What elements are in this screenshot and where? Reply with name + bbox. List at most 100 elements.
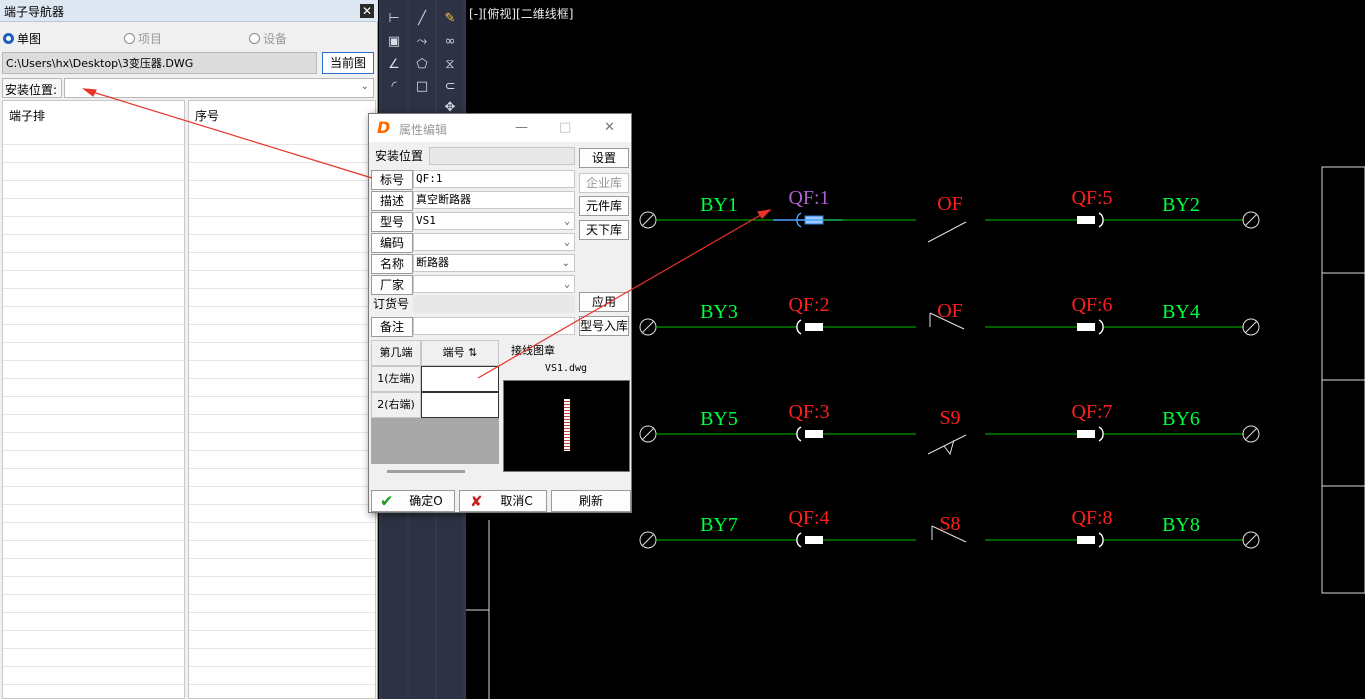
location-select[interactable]: ⌄ — [64, 78, 374, 98]
model-to-lib-button[interactable]: 型号入库 — [579, 316, 629, 336]
scope-radio-project[interactable]: 项目 — [124, 29, 162, 47]
minimize-icon[interactable]: — — [515, 120, 528, 135]
chevron-down-icon: ⌄ — [360, 81, 369, 92]
model-select[interactable]: VS1 ⌄ — [413, 212, 575, 230]
breaker-body — [1077, 216, 1095, 224]
terminal-number-cell[interactable] — [421, 392, 499, 418]
maker-select[interactable]: ⌄ — [413, 275, 575, 293]
wiring-file-name: VS1.dwg — [503, 360, 629, 378]
arc-icon[interactable]: ◜ — [383, 77, 405, 97]
column-header: 第几端 — [371, 340, 421, 366]
breaker-arc — [796, 319, 802, 335]
link-icon[interactable]: ∞ — [439, 32, 461, 52]
apply-button[interactable]: 应用 — [579, 292, 629, 312]
code-select[interactable]: ⌄ — [413, 233, 575, 251]
mirror-icon[interactable]: ⧖ — [439, 55, 461, 75]
scope-radio-single[interactable]: 单图 — [3, 29, 41, 47]
table-scrollbar[interactable] — [387, 470, 465, 473]
rectangle-icon[interactable]: □ — [411, 77, 433, 97]
radio-icon — [124, 32, 135, 44]
model-button[interactable]: 型号 — [371, 212, 413, 232]
breaker-body — [1077, 430, 1095, 438]
breaker-arc — [1098, 319, 1104, 335]
switch-label: OF — [937, 193, 963, 215]
desc-field[interactable]: 真空断路器 — [413, 191, 575, 209]
code-button[interactable]: 编码 — [371, 233, 413, 253]
row-label: 2(右端) — [371, 392, 421, 418]
maximize-icon[interactable]: □ — [559, 120, 571, 135]
brush-icon[interactable]: ✎ — [439, 9, 461, 29]
frame-icon[interactable]: ▣ — [383, 32, 405, 52]
angle-icon[interactable]: ∠ — [383, 55, 405, 75]
maker-button[interactable]: 厂家 — [371, 275, 413, 295]
breaker-body — [1077, 536, 1095, 544]
app-logo-icon: D — [377, 118, 391, 137]
switch-label: OF — [937, 300, 963, 322]
radio-selected-icon — [3, 32, 14, 44]
tag-button[interactable]: 标号 — [371, 170, 413, 190]
terminal-left-slash — [641, 533, 655, 547]
location-field[interactable] — [429, 147, 575, 165]
curve-icon[interactable]: ⊂ — [439, 77, 461, 97]
order-field[interactable] — [413, 295, 575, 313]
terminal-left-slash — [641, 427, 655, 441]
name-value: 断路器 — [416, 256, 449, 269]
scope-radio-device[interactable]: 设备 — [249, 29, 287, 47]
chevron-down-icon: ⌄ — [563, 216, 570, 227]
desc-button[interactable]: 描述 — [371, 191, 413, 211]
name-select[interactable]: 断路器 ⌄ — [413, 254, 575, 272]
breaker-label: QF:1 — [788, 187, 829, 209]
cross-icon: ✘ — [470, 492, 483, 511]
scope-label: 项目 — [138, 31, 163, 46]
column-header-sortable[interactable]: 端号 ⇅ — [421, 340, 499, 366]
chevron-down-icon: ⌄ — [563, 237, 570, 248]
component-lib-button[interactable]: 元件库 — [579, 196, 629, 216]
breaker-body — [805, 430, 823, 438]
close-icon[interactable]: ✕ — [604, 120, 615, 135]
current-drawing-button[interactable]: 当前图 — [322, 52, 374, 74]
terminal-label: BY6 — [1162, 408, 1200, 430]
dimension-icon[interactable]: ⊢ — [383, 9, 405, 29]
terminal-number-cell[interactable] — [421, 366, 499, 392]
list-rows — [189, 127, 375, 698]
breaker-label: QF:6 — [1071, 294, 1112, 316]
column-header: 端子排 — [9, 109, 46, 123]
breaker-arc — [796, 532, 802, 548]
enterprise-lib-button[interactable]: 企业库 — [579, 173, 629, 193]
breaker-arc — [1098, 532, 1104, 548]
terminal-label: BY2 — [1162, 194, 1200, 216]
close-icon[interactable]: ✕ — [360, 4, 374, 18]
breaker-arc — [1098, 426, 1104, 442]
wiring-preview[interactable] — [503, 380, 630, 472]
note-button[interactable]: 备注 — [371, 317, 413, 337]
cancel-button[interactable]: ✘ 取消C — [459, 490, 547, 512]
sequence-list[interactable]: 序号 — [188, 100, 376, 699]
dashed-arrow-icon[interactable]: ⤳ — [411, 32, 433, 52]
settings-button[interactable]: 设置 — [579, 148, 629, 168]
tag-field[interactable]: QF:1 — [413, 170, 575, 188]
cancel-label: 取消C — [500, 494, 533, 508]
file-path-field: C:\Users\hx\Desktop\3变压器.DWG — [2, 52, 317, 74]
switch-label: S9 — [939, 407, 960, 429]
ok-button[interactable]: ✔ 确定O — [371, 490, 455, 512]
pentagon-icon[interactable]: ⬠ — [411, 55, 433, 75]
terminal-strip-list[interactable]: 端子排 — [2, 100, 185, 699]
terminal-label: BY7 — [700, 514, 738, 536]
radio-icon — [249, 32, 260, 44]
refresh-button[interactable]: 刷新 — [551, 490, 631, 512]
row-label: 1(左端) — [371, 366, 421, 392]
note-field[interactable] — [413, 317, 575, 335]
breaker-arc — [796, 426, 802, 442]
breaker-label: QF:8 — [1071, 507, 1112, 529]
switch-label: S8 — [939, 513, 960, 535]
scope-label: 设备 — [263, 31, 288, 46]
checkmark-icon: ✔ — [380, 491, 394, 511]
dialog-titlebar: D 属性编辑 — □ ✕ — [369, 114, 631, 142]
name-button[interactable]: 名称 — [371, 254, 413, 274]
line-icon[interactable]: ╱ — [411, 9, 433, 29]
terminal-label: BY4 — [1162, 301, 1200, 323]
order-label: 订货号 — [372, 297, 409, 311]
list-rows — [3, 127, 184, 698]
property-edit-dialog: D 属性编辑 — □ ✕ 安装位置 标号 QF:1 描述 真空断路器 型号 VS… — [368, 113, 632, 513]
tianxia-lib-button[interactable]: 天下库 — [579, 220, 629, 240]
